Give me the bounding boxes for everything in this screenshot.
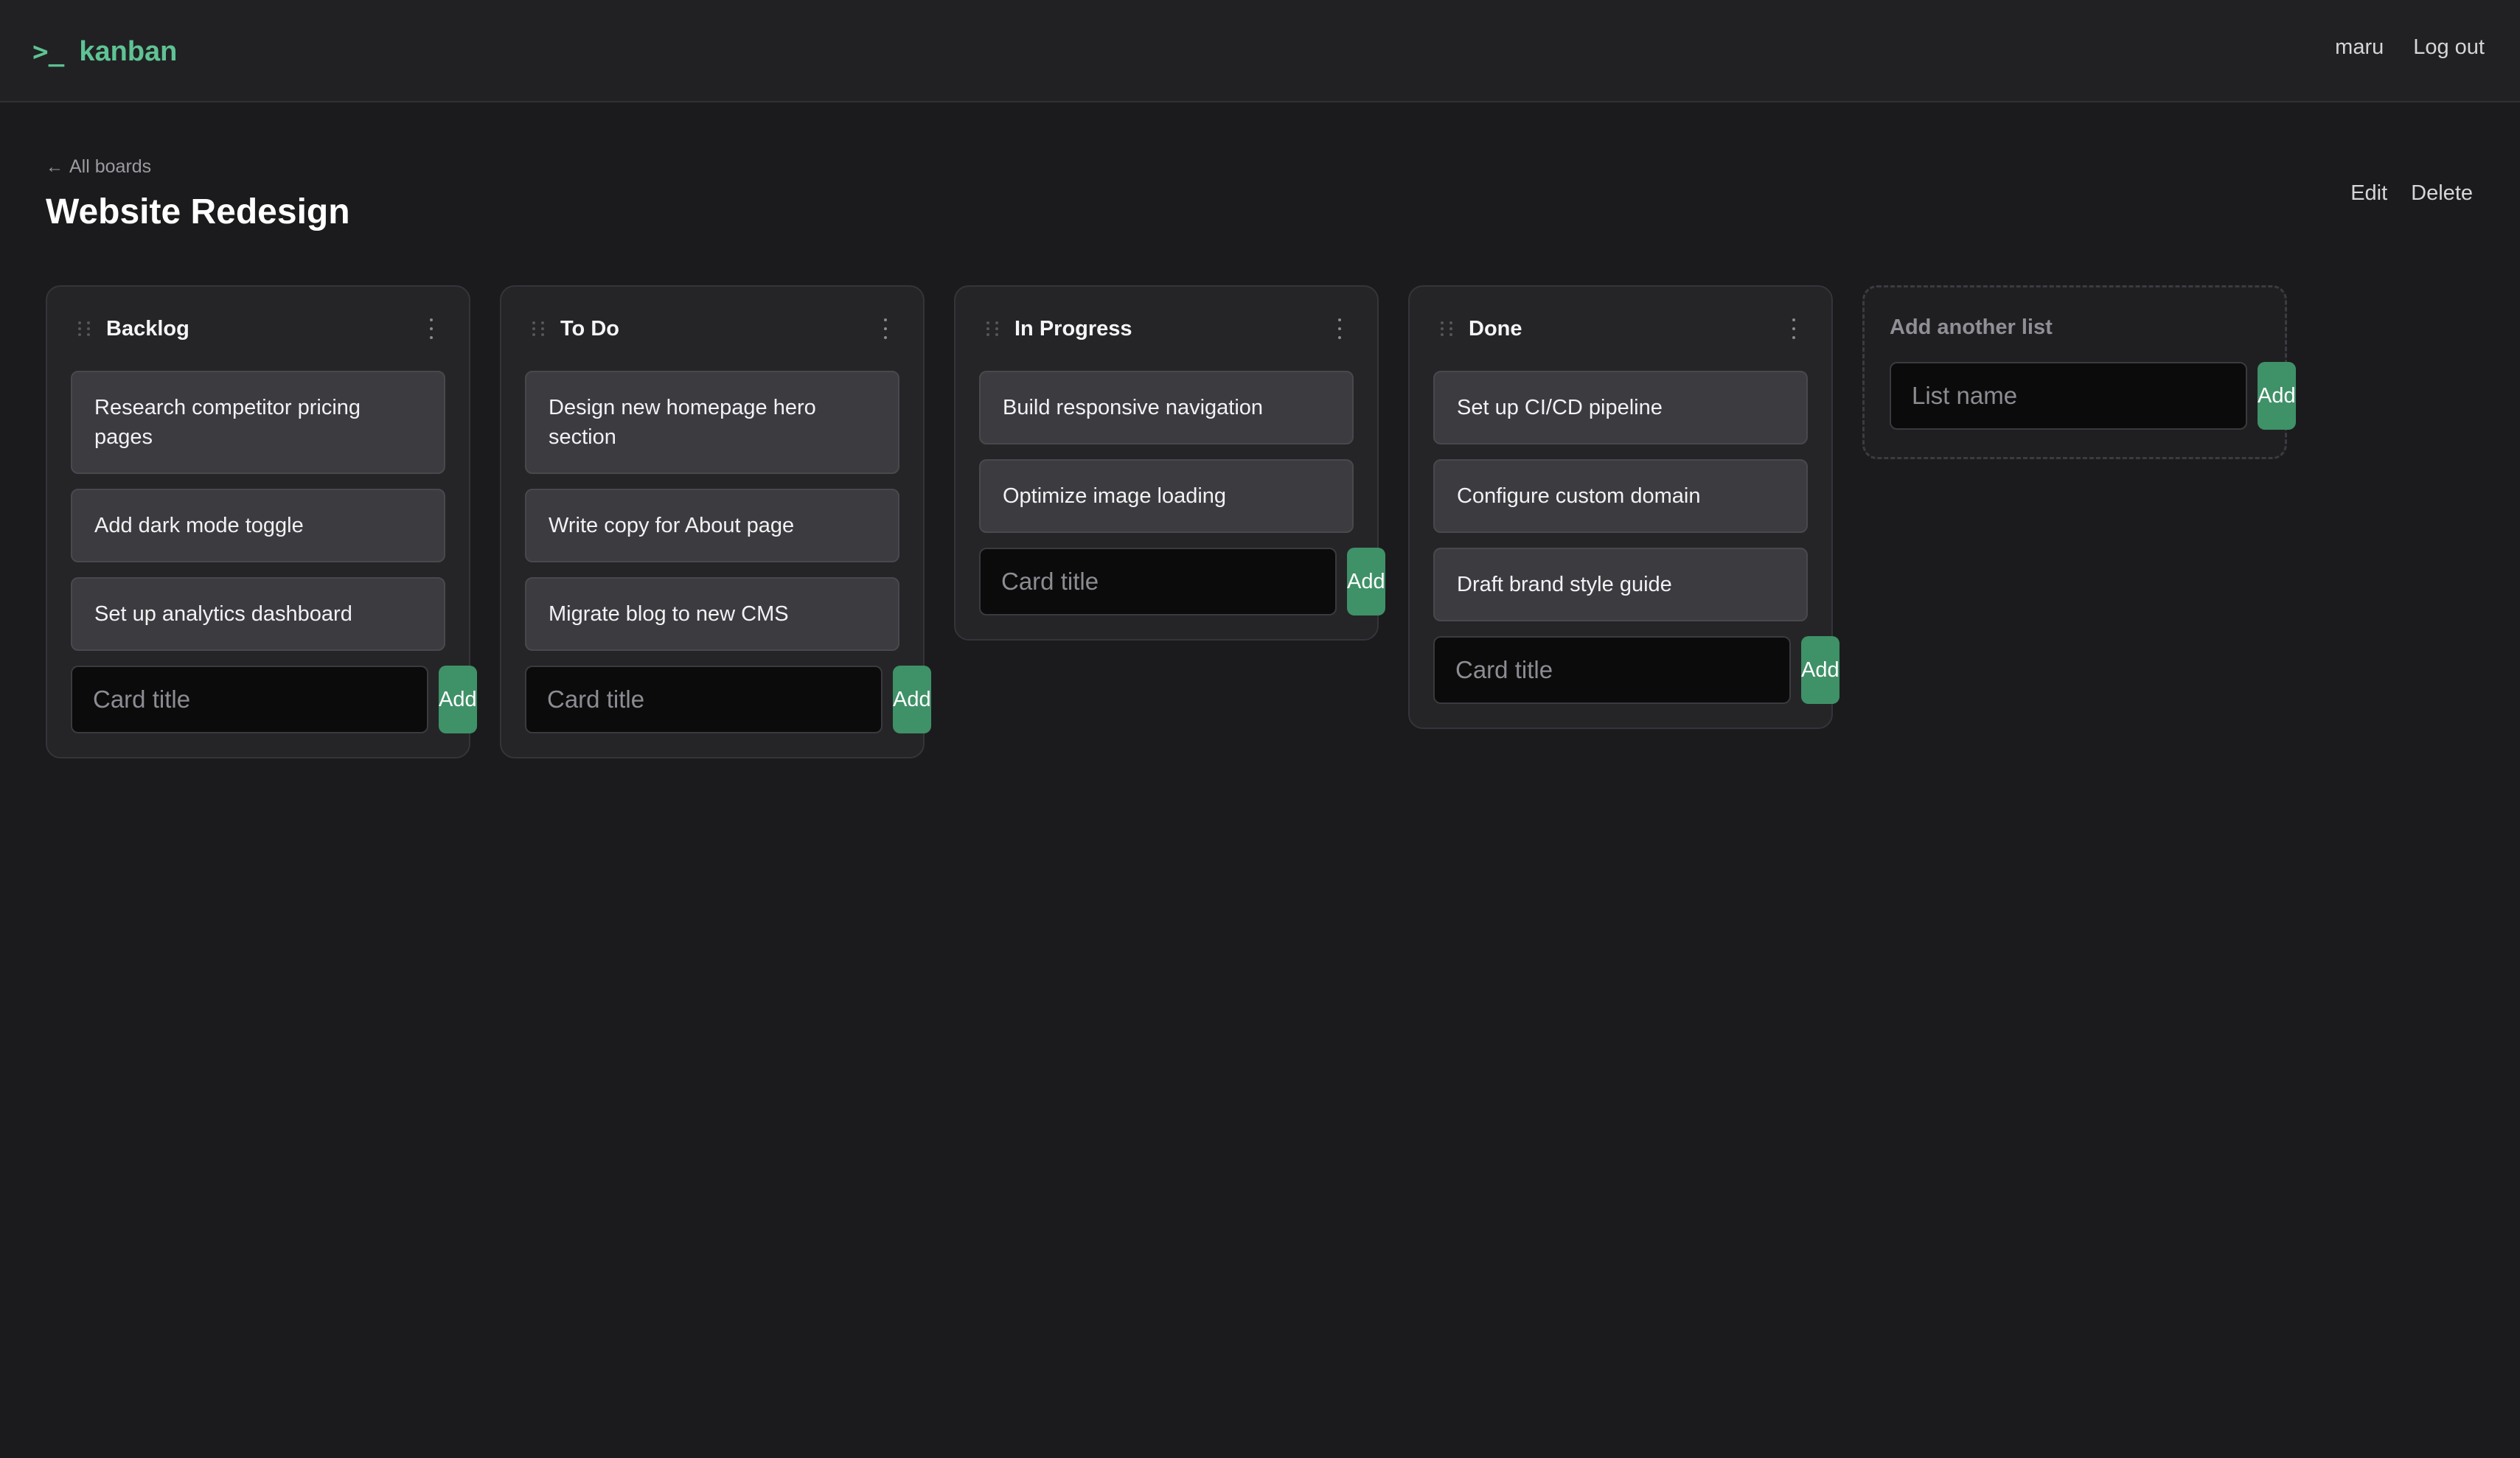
board-title: Website Redesign: [46, 192, 350, 231]
card-title-input[interactable]: [71, 666, 428, 733]
more-vertical-icon[interactable]: [1334, 318, 1345, 339]
card[interactable]: Build responsive navigation: [979, 371, 1354, 444]
add-card-form: Add: [525, 666, 931, 733]
more-vertical-icon[interactable]: [880, 318, 891, 339]
drag-handle-icon[interactable]: [532, 318, 546, 339]
card[interactable]: Configure custom domain: [1433, 459, 1808, 533]
add-card-button[interactable]: Add: [1347, 548, 1385, 615]
edit-board-button[interactable]: Edit: [2350, 181, 2387, 206]
add-card-button[interactable]: Add: [439, 666, 477, 733]
add-list-button[interactable]: Add: [2258, 362, 2296, 430]
add-card-button[interactable]: Add: [1801, 636, 1839, 704]
add-card-button[interactable]: Add: [893, 666, 931, 733]
list-backlog: Backlog Research competitor pricing page…: [46, 285, 477, 758]
card[interactable]: Set up analytics dashboard: [71, 577, 445, 651]
username: maru: [2335, 35, 2384, 59]
more-vertical-icon[interactable]: [1789, 318, 1799, 339]
list-header: Done: [1433, 287, 1808, 371]
delete-board-button[interactable]: Delete: [2411, 181, 2473, 206]
list-title: To Do: [560, 316, 619, 341]
card[interactable]: Migrate blog to new CMS: [525, 577, 899, 651]
add-card-form: Add: [1433, 636, 1839, 704]
list-header: In Progress: [979, 287, 1354, 371]
card[interactable]: Set up CI/CD pipeline: [1433, 371, 1808, 444]
list-title: Done: [1469, 316, 1522, 341]
board-actions: Edit Delete: [2350, 181, 2473, 206]
card[interactable]: Research competitor pricing pages: [71, 371, 445, 474]
list-name-input[interactable]: [1890, 362, 2247, 430]
all-boards-link[interactable]: ← All boards: [46, 156, 151, 178]
card-title-input[interactable]: [1433, 636, 1791, 704]
list-title: In Progress: [1014, 316, 1132, 341]
list-header: To Do: [525, 287, 899, 371]
card[interactable]: Draft brand style guide: [1433, 548, 1808, 621]
add-list-form: Add: [1890, 362, 2296, 430]
add-list-panel: Add another list Add: [1862, 285, 2296, 459]
arrow-left-icon: ←: [46, 156, 63, 177]
user-area: maru Log out: [2335, 35, 2485, 60]
logout-link[interactable]: Log out: [2413, 35, 2485, 60]
list-title: Backlog: [106, 316, 189, 341]
terminal-prompt-icon: >_: [32, 36, 65, 67]
list-to-do: To Do Design new homepage hero section W…: [500, 285, 931, 758]
drag-handle-icon[interactable]: [986, 318, 1000, 339]
add-card-form: Add: [71, 666, 477, 733]
list-done: Done Set up CI/CD pipeline Configure cus…: [1408, 285, 1839, 729]
list-in-progress: In Progress Build responsive navigation …: [954, 285, 1385, 641]
brand-name: kanban: [79, 35, 178, 67]
drag-handle-icon[interactable]: [78, 318, 91, 339]
card[interactable]: Write copy for About page: [525, 489, 899, 562]
card[interactable]: Add dark mode toggle: [71, 489, 445, 562]
card[interactable]: Optimize image loading: [979, 459, 1354, 533]
card[interactable]: Design new homepage hero section: [525, 371, 899, 474]
card-title-input[interactable]: [979, 548, 1337, 615]
top-bar: >_ kanban maru Log out: [0, 0, 2520, 102]
list-header: Backlog: [71, 287, 445, 371]
more-vertical-icon[interactable]: [426, 318, 436, 339]
brand-logo[interactable]: >_ kanban: [32, 32, 177, 71]
card-title-input[interactable]: [525, 666, 883, 733]
drag-handle-icon[interactable]: [1441, 318, 1454, 339]
add-card-form: Add: [979, 548, 1385, 615]
all-boards-label: All boards: [69, 156, 152, 177]
add-list-label: Add another list: [1890, 315, 2053, 339]
